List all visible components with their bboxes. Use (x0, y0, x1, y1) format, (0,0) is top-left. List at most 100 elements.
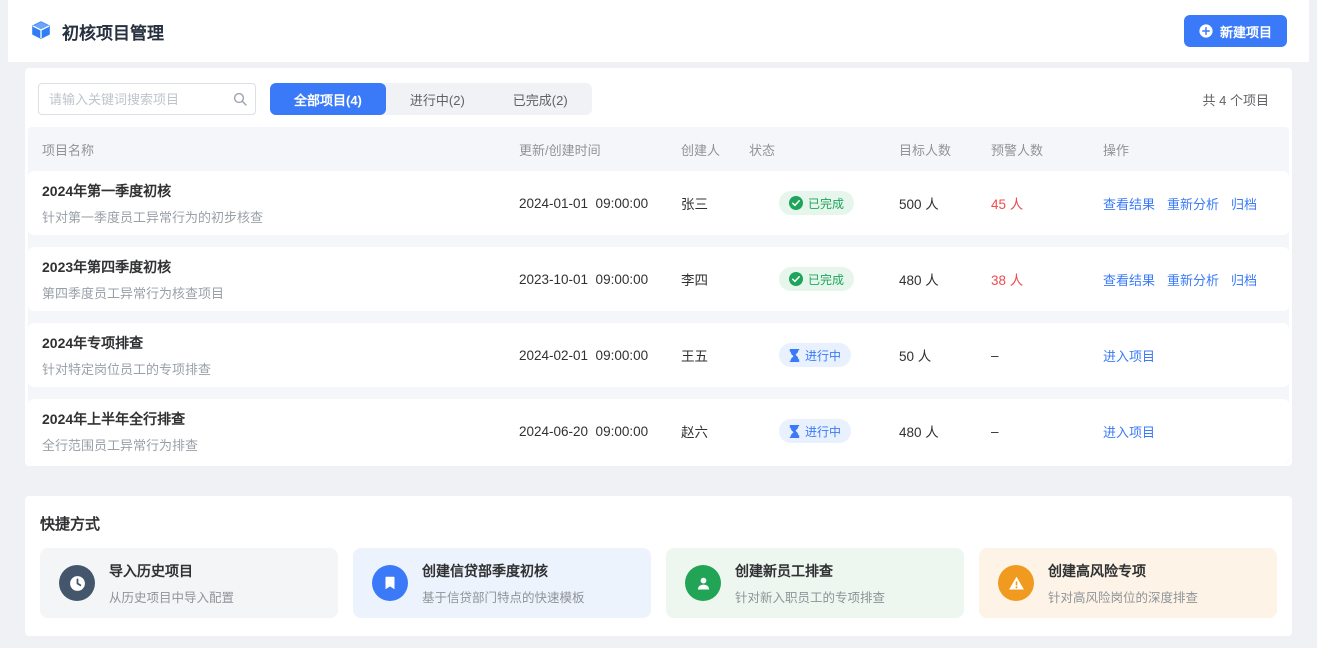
cube-icon (30, 20, 52, 42)
toolbar: 全部项目(4)进行中(2)已完成(2) 共 4 个项目 (28, 71, 1289, 127)
project-name-cell: 2024年专项排查针对特定岗位员工的专项排查 (42, 333, 519, 378)
status-label: 进行中 (805, 423, 841, 440)
shortcut-texts: 导入历史项目从历史项目中导入配置 (109, 561, 234, 606)
row-time: 2024-01-01 09:00:00 (519, 196, 681, 211)
row-time: 2024-02-01 09:00:00 (519, 348, 681, 363)
shortcut-description: 基于信贷部门特点的快速模板 (422, 587, 585, 606)
filter-tab-0[interactable]: 全部项目(4) (270, 83, 386, 115)
status-badge: 进行中 (779, 419, 851, 443)
row-status-cell: 已完成 (749, 267, 899, 291)
table-body: 2024年第一季度初核针对第一季度员工异常行为的初步核查2024-01-01 0… (28, 171, 1289, 463)
warning-count: – (991, 424, 1103, 439)
shortcut-texts: 创建信贷部季度初核基于信贷部门特点的快速模板 (422, 561, 585, 606)
header-left: 初核项目管理 (30, 19, 164, 44)
target-count: 480 人 (899, 269, 991, 289)
shortcut-title: 创建高风险专项 (1048, 561, 1198, 581)
status-badge: 已完成 (779, 267, 854, 291)
project-name: 2024年上半年全行排查 (42, 409, 519, 429)
new-project-button[interactable]: 新建项目 (1184, 15, 1287, 47)
row-creator: 张三 (681, 193, 749, 213)
row-status-cell: 已完成 (749, 191, 899, 215)
shortcut-texts: 创建新员工排查针对新入职员工的专项排查 (735, 561, 885, 606)
bookmark-icon (372, 565, 408, 601)
page-title: 初核项目管理 (62, 19, 164, 44)
total-count: 共 4 个项目 (1203, 90, 1279, 109)
project-table: 项目名称更新/创建时间创建人状态目标人数预警人数操作 2024年第一季度初核针对… (28, 127, 1289, 463)
project-description: 第四季度员工异常行为核查项目 (42, 283, 519, 302)
shortcut-card-1[interactable]: 创建信贷部季度初核基于信贷部门特点的快速模板 (353, 548, 651, 618)
project-name-cell: 2023年第四季度初核第四季度员工异常行为核查项目 (42, 257, 519, 302)
status-label: 进行中 (805, 347, 841, 364)
row-time: 2024-06-20 09:00:00 (519, 424, 681, 439)
shortcuts-section: 快捷方式 导入历史项目从历史项目中导入配置 创建信贷部季度初核基于信贷部门特点的… (25, 496, 1292, 636)
column-header: 项目名称 (42, 140, 519, 159)
column-header: 操作 (1103, 140, 1275, 159)
page-content: 全部项目(4)进行中(2)已完成(2) 共 4 个项目 项目名称更新/创建时间创… (8, 68, 1309, 636)
warning-count: – (991, 348, 1103, 363)
project-name: 2024年专项排查 (42, 333, 519, 353)
row-time: 2023-10-01 09:00:00 (519, 272, 681, 287)
status-badge: 进行中 (779, 343, 851, 367)
warning-count: 38 人 (991, 269, 1103, 289)
column-header: 目标人数 (899, 140, 991, 159)
filter-tab-1[interactable]: 进行中(2) (386, 83, 489, 115)
row-creator: 赵六 (681, 421, 749, 441)
clock-icon (59, 565, 95, 601)
project-description: 针对第一季度员工异常行为的初步核查 (42, 207, 519, 226)
filter-tab-2[interactable]: 已完成(2) (489, 83, 592, 115)
project-description: 全行范围员工异常行为排查 (42, 435, 519, 454)
project-name: 2024年第一季度初核 (42, 181, 519, 201)
shortcut-card-3[interactable]: 创建高风险专项针对高风险岗位的深度排查 (979, 548, 1277, 618)
action-link[interactable]: 查看结果 (1103, 194, 1155, 213)
project-name-cell: 2024年第一季度初核针对第一季度员工异常行为的初步核查 (42, 181, 519, 226)
filter-tabs: 全部项目(4)进行中(2)已完成(2) (270, 83, 592, 115)
table-row: 2024年上半年全行排查全行范围员工异常行为排查2024-06-20 09:00… (28, 399, 1289, 463)
row-actions: 查看结果重新分析归档 (1103, 194, 1275, 213)
plus-circle-icon (1199, 24, 1213, 38)
target-count: 50 人 (899, 345, 991, 365)
check-circle-icon (789, 196, 803, 210)
row-creator: 王五 (681, 345, 749, 365)
project-list-card: 全部项目(4)进行中(2)已完成(2) 共 4 个项目 项目名称更新/创建时间创… (25, 68, 1292, 466)
row-actions: 进入项目 (1103, 422, 1275, 441)
row-status-cell: 进行中 (749, 343, 899, 367)
table-row: 2023年第四季度初核第四季度员工异常行为核查项目2023-10-01 09:0… (28, 247, 1289, 311)
search-box (38, 83, 256, 115)
action-link[interactable]: 进入项目 (1103, 422, 1155, 441)
action-link[interactable]: 归档 (1231, 194, 1257, 213)
user-icon (685, 565, 721, 601)
shortcut-title: 创建新员工排查 (735, 561, 885, 581)
column-header: 更新/创建时间 (519, 140, 681, 159)
action-link[interactable]: 重新分析 (1167, 270, 1219, 289)
table-row: 2024年专项排查针对特定岗位员工的专项排查2024-02-01 09:00:0… (28, 323, 1289, 387)
project-name: 2023年第四季度初核 (42, 257, 519, 277)
row-creator: 李四 (681, 269, 749, 289)
hourglass-icon (789, 349, 800, 362)
shortcut-card-2[interactable]: 创建新员工排查针对新入职员工的专项排查 (666, 548, 964, 618)
search-icon[interactable] (233, 92, 247, 106)
search-input[interactable] (38, 83, 256, 115)
action-link[interactable]: 归档 (1231, 270, 1257, 289)
status-label: 已完成 (808, 195, 844, 212)
row-status-cell: 进行中 (749, 419, 899, 443)
table-row: 2024年第一季度初核针对第一季度员工异常行为的初步核查2024-01-01 0… (28, 171, 1289, 235)
new-project-button-label: 新建项目 (1220, 22, 1272, 41)
warning-count: 45 人 (991, 193, 1103, 213)
action-link[interactable]: 重新分析 (1167, 194, 1219, 213)
shortcut-grid: 导入历史项目从历史项目中导入配置 创建信贷部季度初核基于信贷部门特点的快速模板 … (40, 548, 1277, 618)
action-link[interactable]: 查看结果 (1103, 270, 1155, 289)
status-badge: 已完成 (779, 191, 854, 215)
shortcut-title: 导入历史项目 (109, 561, 234, 581)
target-count: 480 人 (899, 421, 991, 441)
status-label: 已完成 (808, 271, 844, 288)
column-header: 状态 (749, 140, 899, 159)
hourglass-icon (789, 425, 800, 438)
column-header: 预警人数 (991, 140, 1103, 159)
row-actions: 查看结果重新分析归档 (1103, 270, 1275, 289)
project-description: 针对特定岗位员工的专项排查 (42, 359, 519, 378)
row-actions: 进入项目 (1103, 346, 1275, 365)
shortcut-description: 针对高风险岗位的深度排查 (1048, 587, 1198, 606)
shortcut-card-0[interactable]: 导入历史项目从历史项目中导入配置 (40, 548, 338, 618)
shortcut-description: 针对新入职员工的专项排查 (735, 587, 885, 606)
action-link[interactable]: 进入项目 (1103, 346, 1155, 365)
